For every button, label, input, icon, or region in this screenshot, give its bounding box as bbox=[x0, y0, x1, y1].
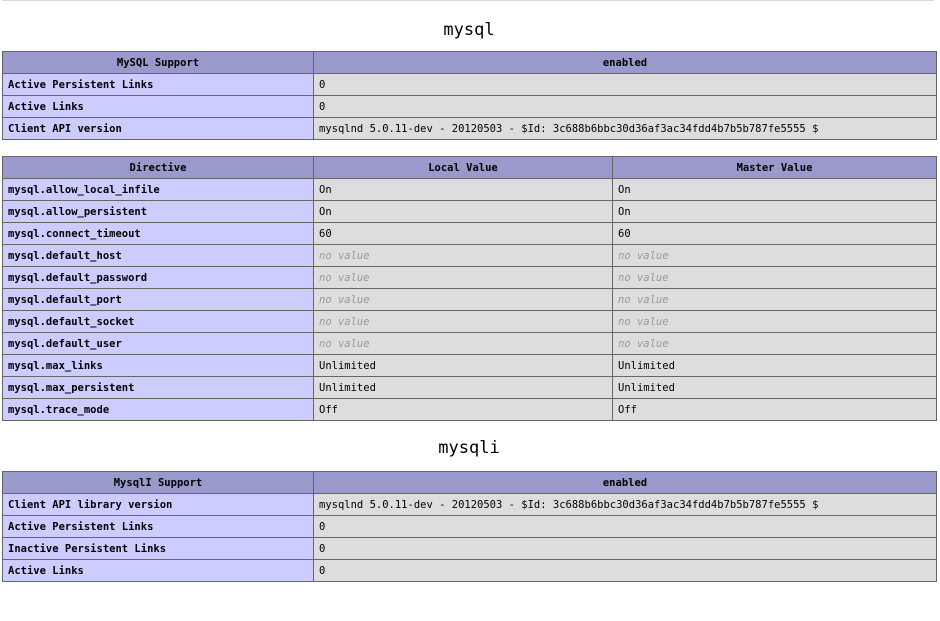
table-header-row: MySQL Support enabled bbox=[2, 51, 937, 74]
row-value: 0 bbox=[313, 515, 937, 538]
table-row: mysql.default_password no value no value bbox=[2, 266, 937, 289]
mysql-support-table: MySQL Support enabled Active Persistent … bbox=[2, 51, 937, 140]
table-row: Active Links 0 bbox=[2, 95, 937, 118]
table-row: Active Links 0 bbox=[2, 559, 937, 582]
directive-name: mysql.default_port bbox=[2, 288, 314, 311]
table-row: mysql.default_port no value no value bbox=[2, 288, 937, 311]
local-value: Unlimited bbox=[313, 376, 613, 399]
mysqli-support-rows: Client API library version mysqlnd 5.0.11… bbox=[2, 493, 937, 582]
row-label: Active Links bbox=[2, 559, 314, 582]
table-row: mysql.trace_mode Off Off bbox=[2, 398, 937, 421]
row-value: 0 bbox=[313, 95, 937, 118]
master-value: 60 bbox=[612, 222, 937, 245]
master-value: no value bbox=[612, 244, 937, 267]
directive-name: mysql.default_user bbox=[2, 332, 314, 355]
table-row: Client API library version mysqlnd 5.0.11… bbox=[2, 493, 937, 516]
directive-name: mysql.max_links bbox=[2, 354, 314, 377]
mysql-support-rows: Active Persistent Links 0 Active Links 0 Cli… bbox=[2, 73, 937, 140]
directive-name: mysql.default_socket bbox=[2, 310, 314, 333]
master-value: Off bbox=[612, 398, 937, 421]
master-value: On bbox=[612, 178, 937, 201]
no-value-text: no value bbox=[618, 293, 669, 306]
local-value: no value bbox=[313, 266, 613, 289]
row-value: 0 bbox=[313, 73, 937, 96]
local-value: 60 bbox=[313, 222, 613, 245]
local-value: no value bbox=[313, 310, 613, 333]
no-value-text: no value bbox=[618, 315, 669, 328]
row-label: Client API library version bbox=[2, 493, 314, 516]
table-row: Active Persistent Links 0 bbox=[2, 515, 937, 538]
table-row: mysql.max_links Unlimited Unlimited bbox=[2, 354, 937, 377]
no-value-text: no value bbox=[319, 271, 370, 284]
table-row: Inactive Persistent Links 0 bbox=[2, 537, 937, 560]
mysql-directive-table: Directive Local Value Master Value mysql… bbox=[2, 156, 937, 421]
table-row: Active Persistent Links 0 bbox=[2, 73, 937, 96]
no-value-text: no value bbox=[319, 293, 370, 306]
table-row: mysql.allow_persistent On On bbox=[2, 200, 937, 223]
column-header: enabled bbox=[313, 51, 937, 74]
section-title-mysqli: mysqli bbox=[438, 438, 500, 458]
table-header-row: MysqlI Support enabled bbox=[2, 471, 937, 494]
row-label: Client API version bbox=[2, 117, 314, 140]
column-header-local-value: Local Value bbox=[313, 156, 613, 179]
table-row: mysql.allow_local_infile On On bbox=[2, 178, 937, 201]
local-value: On bbox=[313, 178, 613, 201]
column-header: enabled bbox=[313, 471, 937, 494]
master-value: Unlimited bbox=[612, 376, 937, 399]
column-header: MysqlI Support bbox=[2, 471, 314, 494]
row-value: 0 bbox=[313, 537, 937, 560]
no-value-text: no value bbox=[618, 337, 669, 350]
directive-name: mysql.max_persistent bbox=[2, 376, 314, 399]
local-value: no value bbox=[313, 244, 613, 267]
column-header: MySQL Support bbox=[2, 51, 314, 74]
table-row: mysql.default_host no value no value bbox=[2, 244, 937, 267]
directive-name: mysql.allow_persistent bbox=[2, 200, 314, 223]
directive-name: mysql.default_password bbox=[2, 266, 314, 289]
top-divider bbox=[2, 0, 934, 1]
row-value: mysqlnd 5.0.11-dev - 20120503 - $Id: 3c6… bbox=[313, 493, 937, 516]
no-value-text: no value bbox=[618, 249, 669, 262]
local-value: Off bbox=[313, 398, 613, 421]
row-value: 0 bbox=[313, 559, 937, 582]
directive-name: mysql.default_host bbox=[2, 244, 314, 267]
row-value: mysqlnd 5.0.11-dev - 20120503 - $Id: 3c6… bbox=[313, 117, 937, 140]
row-label: Inactive Persistent Links bbox=[2, 537, 314, 560]
directive-name: mysql.allow_local_infile bbox=[2, 178, 314, 201]
no-value-text: no value bbox=[618, 271, 669, 284]
table-row: mysql.default_user no value no value bbox=[2, 332, 937, 355]
section-title-mysql: mysql bbox=[443, 20, 495, 40]
mysqli-support-table: MysqlI Support enabled Client API librar… bbox=[2, 471, 937, 582]
master-value: On bbox=[612, 200, 937, 223]
no-value-text: no value bbox=[319, 315, 370, 328]
table-row: Client API version mysqlnd 5.0.11-dev - 2… bbox=[2, 117, 937, 140]
mysql-directive-rows: mysql.allow_local_infile On On mysql.allow_… bbox=[2, 178, 937, 421]
master-value: no value bbox=[612, 310, 937, 333]
directive-name: mysql.trace_mode bbox=[2, 398, 314, 421]
table-header-row: Directive Local Value Master Value bbox=[2, 156, 937, 179]
no-value-text: no value bbox=[319, 337, 370, 350]
local-value: Unlimited bbox=[313, 354, 613, 377]
local-value: On bbox=[313, 200, 613, 223]
row-label: Active Persistent Links bbox=[2, 515, 314, 538]
column-header-directive: Directive bbox=[2, 156, 314, 179]
master-value: no value bbox=[612, 288, 937, 311]
no-value-text: no value bbox=[319, 249, 370, 262]
local-value: no value bbox=[313, 332, 613, 355]
row-label: Active Persistent Links bbox=[2, 73, 314, 96]
table-row: mysql.default_socket no value no value bbox=[2, 310, 937, 333]
table-row: mysql.connect_timeout 60 60 bbox=[2, 222, 937, 245]
local-value: no value bbox=[313, 288, 613, 311]
master-value: Unlimited bbox=[612, 354, 937, 377]
phpinfo-page: mysql MySQL Support enabled Active Persi… bbox=[0, 0, 940, 621]
directive-name: mysql.connect_timeout bbox=[2, 222, 314, 245]
master-value: no value bbox=[612, 266, 937, 289]
master-value: no value bbox=[612, 332, 937, 355]
column-header-master-value: Master Value bbox=[612, 156, 937, 179]
table-row: mysql.max_persistent Unlimited Unlimited bbox=[2, 376, 937, 399]
row-label: Active Links bbox=[2, 95, 314, 118]
